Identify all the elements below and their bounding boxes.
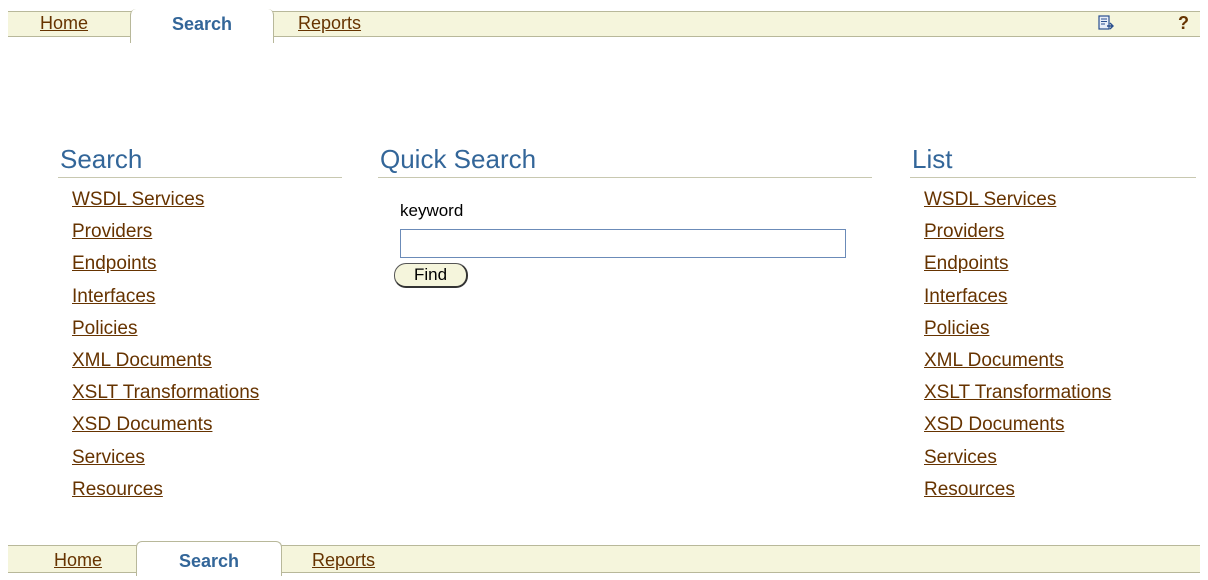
list-link-endpoints[interactable]: Endpoints: [924, 253, 1009, 274]
search-link-services[interactable]: Services: [72, 447, 145, 468]
list-item: Interfaces: [924, 283, 1196, 315]
list-item: Resources: [72, 476, 342, 508]
list-item: Providers: [72, 218, 342, 250]
bottom-tab-home[interactable]: Home: [54, 545, 102, 570]
bottom-tab-bar: Home Search Reports: [8, 541, 1200, 576]
list-item: Endpoints: [924, 250, 1196, 282]
list-link-policies[interactable]: Policies: [924, 318, 989, 339]
list-link-resources[interactable]: Resources: [924, 479, 1015, 500]
list-item: XML Documents: [924, 347, 1196, 379]
list-link-xslt-transformations[interactable]: XSLT Transformations: [924, 382, 1111, 403]
search-section: Search WSDL Services Providers Endpoints…: [58, 142, 342, 508]
bottom-tab-reports[interactable]: Reports: [312, 545, 375, 570]
search-link-xml-documents[interactable]: XML Documents: [72, 350, 212, 371]
list-section: List WSDL Services Providers Endpoints I…: [910, 142, 1196, 508]
list-link-providers[interactable]: Providers: [924, 221, 1004, 242]
bottom-tab-search[interactable]: Search: [136, 541, 282, 576]
list-link-xml-documents[interactable]: XML Documents: [924, 350, 1064, 371]
find-button[interactable]: Find: [394, 263, 468, 288]
tab-home[interactable]: Home: [40, 11, 88, 35]
search-link-xsd-documents[interactable]: XSD Documents: [72, 414, 212, 435]
list-link-interfaces[interactable]: Interfaces: [924, 286, 1007, 307]
search-links-list: WSDL Services Providers Endpoints Interf…: [58, 186, 342, 508]
top-tab-bar: Home Search Reports ?: [8, 9, 1200, 43]
list-item: Services: [924, 444, 1196, 476]
list-link-wsdl-services[interactable]: WSDL Services: [924, 189, 1056, 210]
list-item: XSD Documents: [924, 411, 1196, 443]
list-item: XML Documents: [72, 347, 342, 379]
search-link-policies[interactable]: Policies: [72, 318, 137, 339]
list-item: Policies: [72, 315, 342, 347]
search-link-providers[interactable]: Providers: [72, 221, 152, 242]
search-section-title: Search: [58, 142, 342, 178]
quick-search-section: Quick Search: [378, 142, 872, 178]
list-item: XSLT Transformations: [924, 379, 1196, 411]
quick-search-title: Quick Search: [378, 142, 872, 178]
search-link-xslt-transformations[interactable]: XSLT Transformations: [72, 382, 259, 403]
tab-search[interactable]: Search: [130, 9, 274, 43]
list-links-list: WSDL Services Providers Endpoints Interf…: [910, 186, 1196, 508]
list-item: XSD Documents: [72, 411, 342, 443]
list-link-services[interactable]: Services: [924, 447, 997, 468]
list-item: Services: [72, 444, 342, 476]
list-item: WSDL Services: [924, 186, 1196, 218]
list-item: Endpoints: [72, 250, 342, 282]
keyword-label: keyword: [400, 201, 464, 220]
help-icon[interactable]: ?: [1178, 11, 1189, 35]
list-item: Interfaces: [72, 283, 342, 315]
keyword-input[interactable]: [400, 229, 846, 258]
list-link-xsd-documents[interactable]: XSD Documents: [924, 414, 1064, 435]
list-item: Resources: [924, 476, 1196, 508]
list-item: XSLT Transformations: [72, 379, 342, 411]
search-link-wsdl-services[interactable]: WSDL Services: [72, 189, 204, 210]
list-item: WSDL Services: [72, 186, 342, 218]
document-icon[interactable]: [1098, 15, 1114, 33]
search-link-resources[interactable]: Resources: [72, 479, 163, 500]
tab-reports[interactable]: Reports: [298, 11, 361, 35]
search-link-interfaces[interactable]: Interfaces: [72, 286, 155, 307]
list-section-title: List: [910, 142, 1196, 178]
list-item: Policies: [924, 315, 1196, 347]
list-item: Providers: [924, 218, 1196, 250]
search-link-endpoints[interactable]: Endpoints: [72, 253, 157, 274]
